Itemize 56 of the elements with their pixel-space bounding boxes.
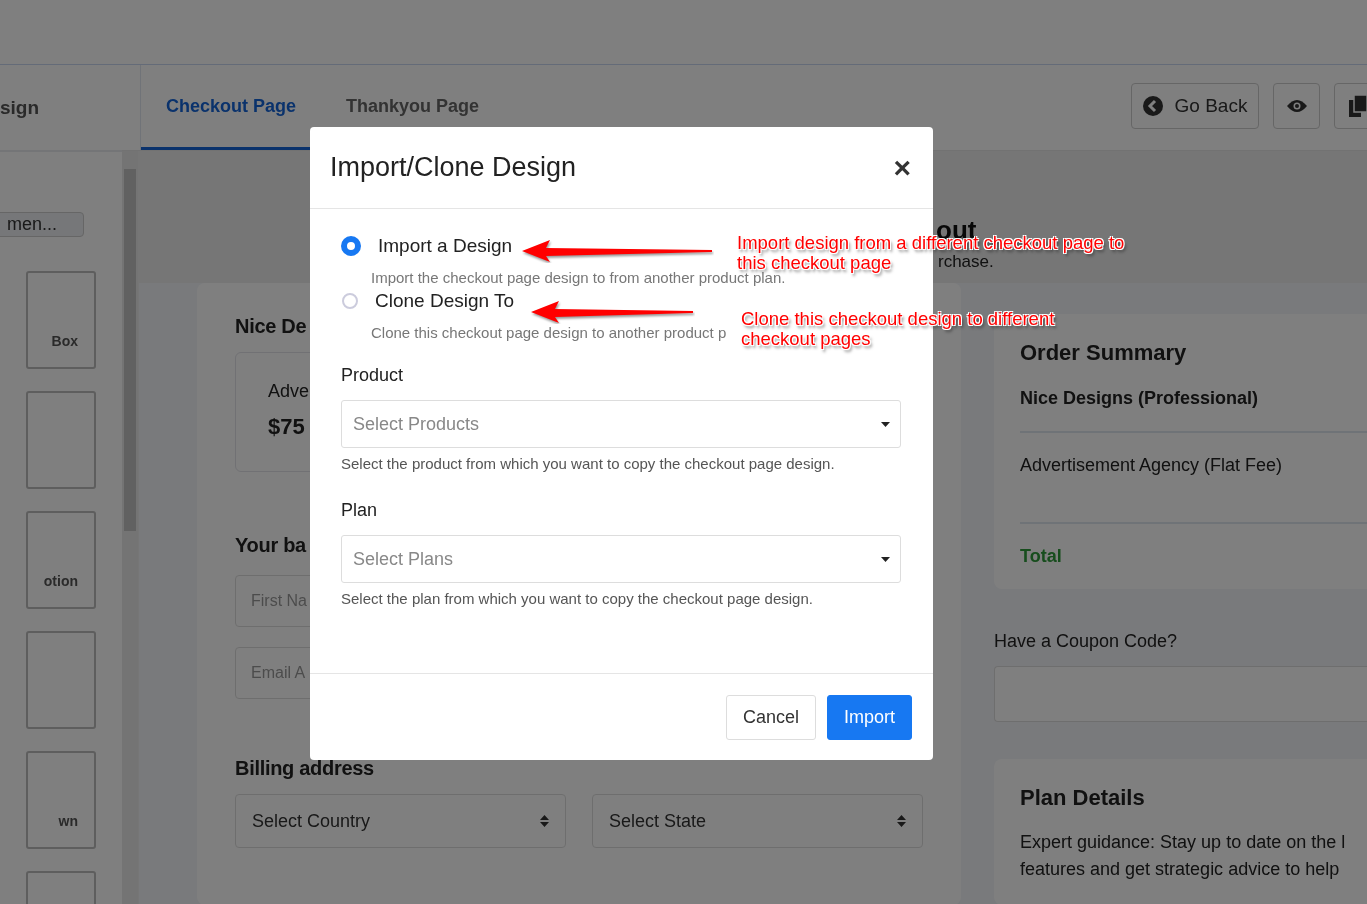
option-description: Import the checkout page design to from another product plan. — [371, 270, 786, 286]
preview-button[interactable] — [1273, 83, 1320, 129]
tile-label: wn — [58, 813, 78, 829]
element-tile[interactable] — [26, 391, 96, 489]
radio-button[interactable] — [342, 293, 358, 309]
coupon-label: Have a Coupon Code? — [994, 631, 1179, 652]
go-back-button[interactable]: Go Back — [1131, 83, 1259, 129]
banner-subtitle: rchase. — [938, 253, 994, 270]
sort-icon — [897, 814, 906, 828]
eye-icon — [1285, 99, 1308, 113]
sidebar-button[interactable]: men... — [0, 212, 84, 237]
plan-details-title: Plan Details — [1020, 785, 1145, 811]
total-label: Total — [1020, 546, 1063, 567]
field-help: Select the plan from which you want to copy the checkout page design. — [341, 590, 814, 607]
order-item: Advertisement Agency (Flat Fee) — [1020, 455, 1367, 524]
order-summary-title: Order Summary — [1020, 340, 1187, 366]
element-tile[interactable]: wn — [26, 751, 96, 849]
order-item: Nice Designs (Professional) — [1020, 388, 1367, 433]
select-field[interactable]: Select State — [592, 794, 923, 848]
select-field[interactable]: Select Products — [341, 400, 901, 448]
tile-label: Box — [51, 333, 78, 349]
import-button[interactable]: Import — [827, 694, 912, 740]
annotation-text: this checkout page — [737, 254, 892, 272]
product-title: Nice De — [235, 315, 307, 338]
option-label[interactable]: Clone Design To — [375, 290, 515, 312]
close-button[interactable]: × — [891, 150, 913, 185]
sidebar-title: sign — [0, 96, 40, 119]
caret-icon — [881, 421, 890, 427]
field-label: Plan — [341, 500, 379, 521]
element-tile[interactable]: Box — [26, 271, 96, 369]
section-title: Your ba — [235, 534, 306, 557]
select-field[interactable]: Select Plans — [341, 535, 901, 583]
cancel-button[interactable]: Cancel — [725, 694, 816, 740]
option-label[interactable]: Import a Design — [378, 235, 513, 257]
copy-icon — [1348, 95, 1367, 117]
option-description: Clone this checkout page design to another product p — [371, 325, 727, 341]
element-tile[interactable]: otion — [26, 511, 96, 609]
plan-text: features and get strategic advice to help — [1020, 858, 1341, 881]
annotation-text: checkout pages — [741, 330, 871, 348]
tile-label: otion — [43, 573, 78, 589]
radio-button[interactable] — [341, 236, 361, 256]
field-help: Select the product from which you want to copy the checkout page design. — [341, 455, 836, 472]
product-name: Adve — [268, 381, 311, 402]
dialog-title: Import/Clone Design — [330, 152, 577, 183]
select-field[interactable]: Select Country — [235, 794, 566, 848]
copy-button[interactable] — [1334, 83, 1367, 129]
field-label: Product — [341, 365, 405, 386]
billing-title: Billing address — [235, 757, 374, 780]
product-price: $75 — [268, 414, 306, 440]
plan-text: Expert guidance: Stay up to date on the l — [1020, 831, 1347, 854]
page-tab[interactable]: Thankyou Page — [321, 65, 505, 150]
back-icon — [1142, 96, 1163, 116]
sort-icon — [540, 814, 549, 828]
element-tile[interactable] — [26, 631, 96, 729]
scrollbar[interactable] — [122, 151, 138, 904]
caret-icon — [881, 556, 890, 562]
